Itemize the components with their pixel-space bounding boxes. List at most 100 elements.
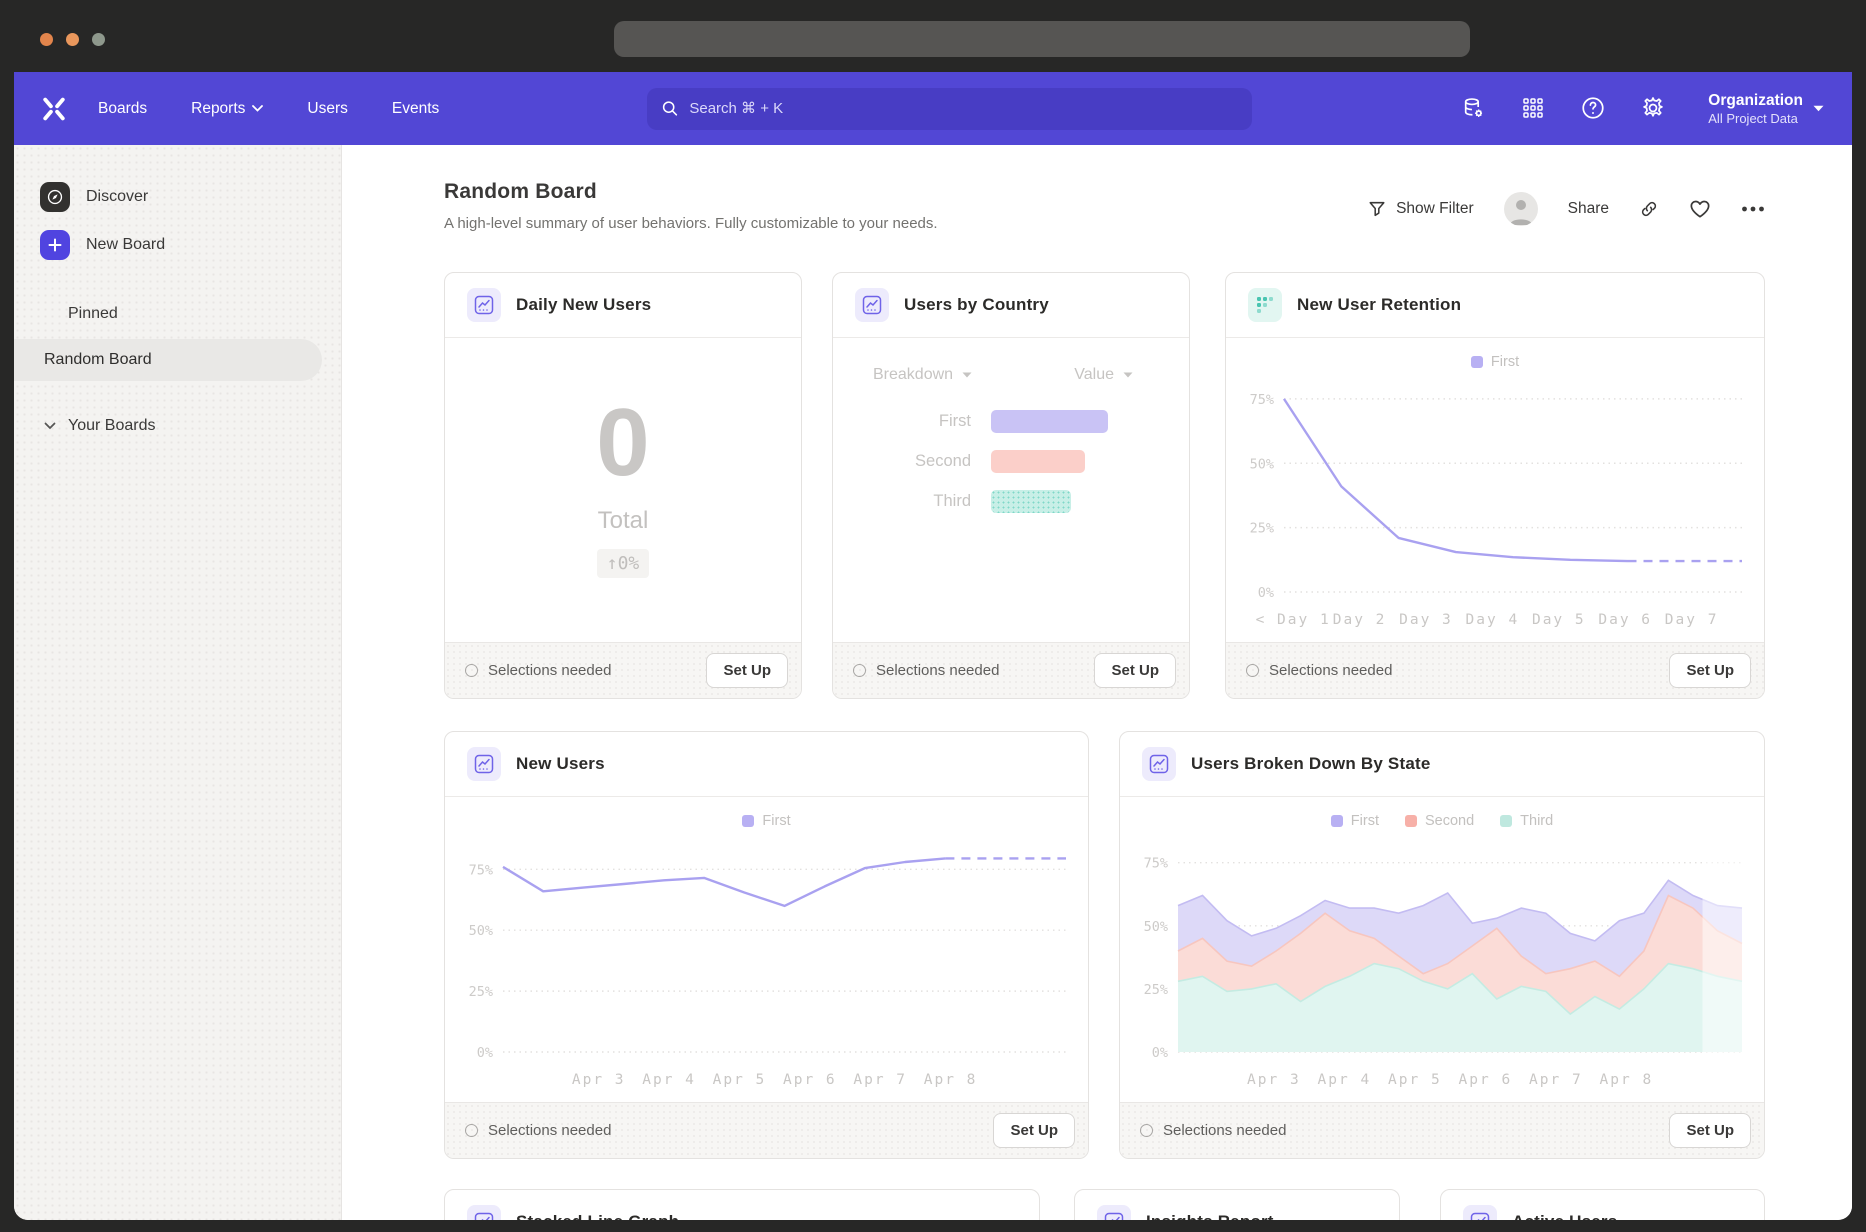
chevron-down-icon xyxy=(1123,372,1133,378)
window-zoom-icon[interactable] xyxy=(92,33,105,46)
status-selections-needed: Selections needed xyxy=(465,662,611,679)
org-project: All Project Data xyxy=(1708,111,1803,126)
set-up-button[interactable]: Set Up xyxy=(1669,653,1751,688)
line-chart-icon xyxy=(1097,1205,1131,1220)
nav-links: Boards Reports Users Events xyxy=(98,100,439,118)
svg-text:25%: 25% xyxy=(1144,982,1168,998)
app-window: Boards Reports Users Events xyxy=(14,72,1852,1220)
favorite-heart-icon[interactable] xyxy=(1689,199,1711,219)
nav-item-boards-label: Boards xyxy=(98,100,147,118)
chevron-down-icon xyxy=(252,105,263,112)
card-new-users: New Users First 75%50%25%0%Apr 3Apr 4Apr… xyxy=(444,731,1089,1159)
share-button[interactable]: Share xyxy=(1568,200,1609,218)
card-title: Insights Report xyxy=(1146,1212,1274,1220)
chevron-down-icon xyxy=(44,310,56,318)
breakdown-rows: First Second Third xyxy=(833,410,1189,513)
more-options-icon[interactable] xyxy=(1741,206,1765,212)
help-icon[interactable] xyxy=(1580,95,1606,121)
line-chart-icon xyxy=(467,1205,501,1220)
set-up-button[interactable]: Set Up xyxy=(993,1113,1075,1148)
sidebar: Discover New Board Pinned Random Board Y… xyxy=(14,145,342,1220)
svg-text:75%: 75% xyxy=(1250,392,1274,408)
breakdown-bar xyxy=(991,450,1085,473)
nav-item-reports-label: Reports xyxy=(191,100,245,118)
show-filter-label: Show Filter xyxy=(1396,200,1474,218)
sidebar-item-discover[interactable]: Discover xyxy=(14,173,341,221)
breakdown-column-header[interactable]: Breakdown xyxy=(873,366,972,384)
breakdown-row-second: Second xyxy=(833,450,1189,473)
svg-text:50%: 50% xyxy=(1250,456,1274,472)
set-up-button[interactable]: Set Up xyxy=(706,653,788,688)
svg-text:Apr 4: Apr 4 xyxy=(1318,1072,1372,1088)
metric-value: 0 xyxy=(596,395,649,491)
mixpanel-logo-icon[interactable] xyxy=(36,91,72,127)
browser-url-bar[interactable] xyxy=(614,21,1470,57)
nav-right: Organization All Project Data xyxy=(1460,91,1824,127)
chevron-down-icon xyxy=(1813,105,1824,112)
card-new-user-retention: New User Retention First 75%50%25%0%< Da… xyxy=(1225,272,1765,699)
data-management-icon[interactable] xyxy=(1460,95,1486,121)
svg-text:Apr 6: Apr 6 xyxy=(783,1072,837,1088)
search-input[interactable] xyxy=(689,100,1238,117)
status-circle-icon xyxy=(465,1124,478,1137)
breakdown-label: First xyxy=(833,412,991,431)
value-column-header[interactable]: Value xyxy=(1074,366,1133,384)
sidebar-item-discover-label: Discover xyxy=(86,188,148,206)
card-stacked-line-graph: Stacked Line Graph xyxy=(444,1189,1040,1220)
svg-text:Apr 7: Apr 7 xyxy=(1529,1072,1583,1088)
svg-text:Apr 8: Apr 8 xyxy=(1600,1072,1654,1088)
set-up-button[interactable]: Set Up xyxy=(1094,653,1176,688)
card-title: New User Retention xyxy=(1297,295,1461,315)
sidebar-section-your-boards-label: Your Boards xyxy=(68,417,155,435)
settings-gear-icon[interactable] xyxy=(1640,95,1666,121)
nav-item-reports[interactable]: Reports xyxy=(191,100,263,118)
metric-delta-badge: ↑0% xyxy=(597,549,650,578)
card-users-by-state: Users Broken Down By State FirstSecondTh… xyxy=(1119,731,1765,1159)
global-search[interactable] xyxy=(647,88,1252,130)
card-title: Stacked Line Graph xyxy=(516,1212,679,1220)
search-icon xyxy=(661,99,679,118)
page-subtitle: A high-level summary of user behaviors. … xyxy=(444,215,938,232)
nav-item-users-label: Users xyxy=(307,100,347,118)
plus-icon xyxy=(40,230,70,260)
traffic-lights xyxy=(40,33,105,46)
line-chart-icon xyxy=(467,747,501,781)
share-label: Share xyxy=(1568,200,1609,218)
sidebar-item-random-board[interactable]: Random Board xyxy=(14,339,322,381)
line-chart-icon xyxy=(855,288,889,322)
top-nav: Boards Reports Users Events xyxy=(14,72,1852,145)
sidebar-section-your-boards[interactable]: Your Boards xyxy=(14,407,341,445)
line-chart-icon xyxy=(1463,1205,1497,1220)
svg-text:Day 3: Day 3 xyxy=(1399,612,1453,628)
card-title: New Users xyxy=(516,754,605,774)
svg-text:50%: 50% xyxy=(1144,919,1168,935)
nav-item-events[interactable]: Events xyxy=(392,100,439,118)
apps-grid-icon[interactable] xyxy=(1520,95,1546,121)
avatar[interactable] xyxy=(1504,192,1538,226)
show-filter-button[interactable]: Show Filter xyxy=(1368,200,1474,218)
svg-text:Day 5: Day 5 xyxy=(1532,612,1586,628)
sidebar-collapse-icon[interactable] xyxy=(275,1177,297,1202)
board-actions: Show Filter Share xyxy=(1368,192,1765,226)
nav-item-users[interactable]: Users xyxy=(307,100,347,118)
org-switcher[interactable]: Organization All Project Data xyxy=(1708,91,1824,127)
search-wrap xyxy=(439,88,1460,130)
copy-link-icon[interactable] xyxy=(1639,199,1659,219)
svg-text:75%: 75% xyxy=(469,862,493,878)
set-up-button[interactable]: Set Up xyxy=(1669,1113,1751,1148)
svg-text:Day 6: Day 6 xyxy=(1598,612,1652,628)
filter-funnel-icon xyxy=(1368,200,1386,218)
sidebar-item-new-board[interactable]: New Board xyxy=(14,221,341,269)
sidebar-section-pinned[interactable]: Pinned xyxy=(14,295,341,333)
svg-text:Day 7: Day 7 xyxy=(1665,612,1719,628)
card-title: Active Users xyxy=(1512,1212,1617,1220)
nav-item-boards[interactable]: Boards xyxy=(98,100,147,118)
svg-text:Apr 6: Apr 6 xyxy=(1459,1072,1513,1088)
stacked-area-chart: 75%50%25%0%Apr 3Apr 4Apr 5Apr 6Apr 7Apr … xyxy=(1120,797,1764,1104)
svg-text:Apr 3: Apr 3 xyxy=(1247,1072,1301,1088)
window-close-icon[interactable] xyxy=(40,33,53,46)
card-title: Daily New Users xyxy=(516,295,651,315)
window-minimize-icon[interactable] xyxy=(66,33,79,46)
card-active-users: Active Users xyxy=(1440,1189,1765,1220)
sidebar-item-random-board-label: Random Board xyxy=(44,351,152,368)
